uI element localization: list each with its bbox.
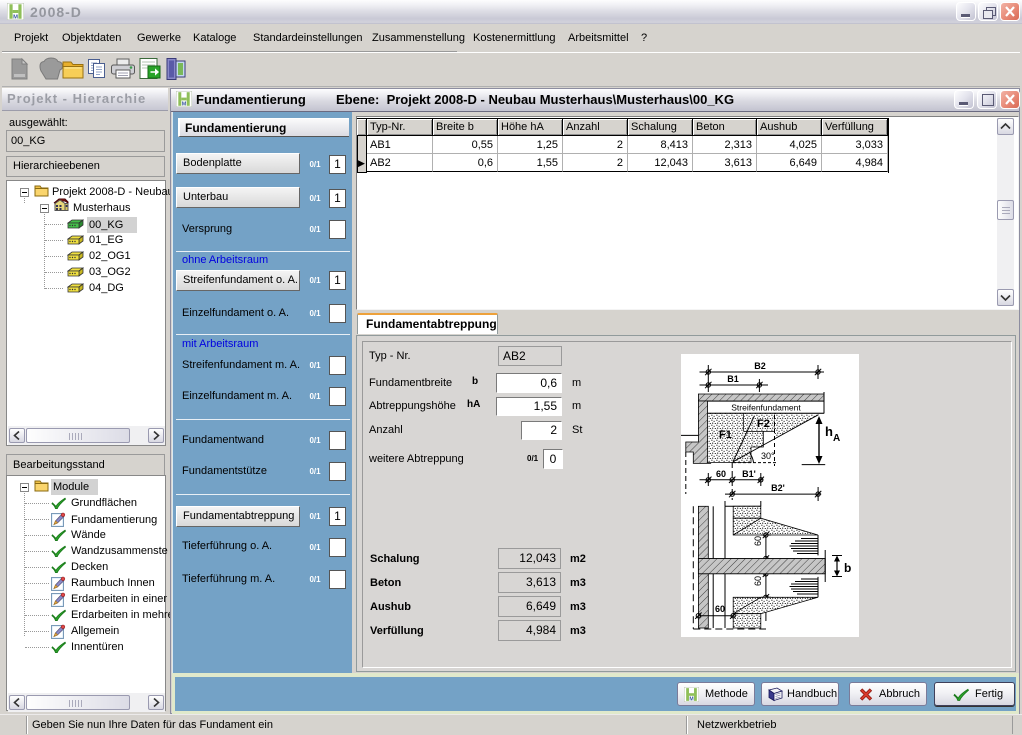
svg-text:30°: 30° (761, 451, 775, 461)
svg-text:M: M (689, 697, 693, 702)
svg-text:60: 60 (716, 469, 726, 479)
svg-text:B2: B2 (754, 361, 766, 371)
svg-text:F1: F1 (719, 429, 732, 441)
svg-text:M: M (182, 102, 187, 107)
svg-text:B1: B1 (727, 374, 739, 384)
svg-text:h: h (825, 424, 833, 439)
svg-text:60: 60 (753, 536, 763, 546)
svg-text:F2: F2 (757, 418, 770, 430)
svg-text:B1': B1' (742, 469, 756, 479)
svg-text:60: 60 (715, 604, 725, 614)
svg-text:B2': B2' (771, 483, 785, 493)
svg-text:M: M (13, 15, 18, 20)
svg-text:60: 60 (753, 576, 763, 586)
svg-text:b: b (844, 561, 851, 575)
svg-text:Streifenfundament: Streifenfundament (731, 403, 801, 413)
svg-text:A: A (833, 433, 840, 444)
